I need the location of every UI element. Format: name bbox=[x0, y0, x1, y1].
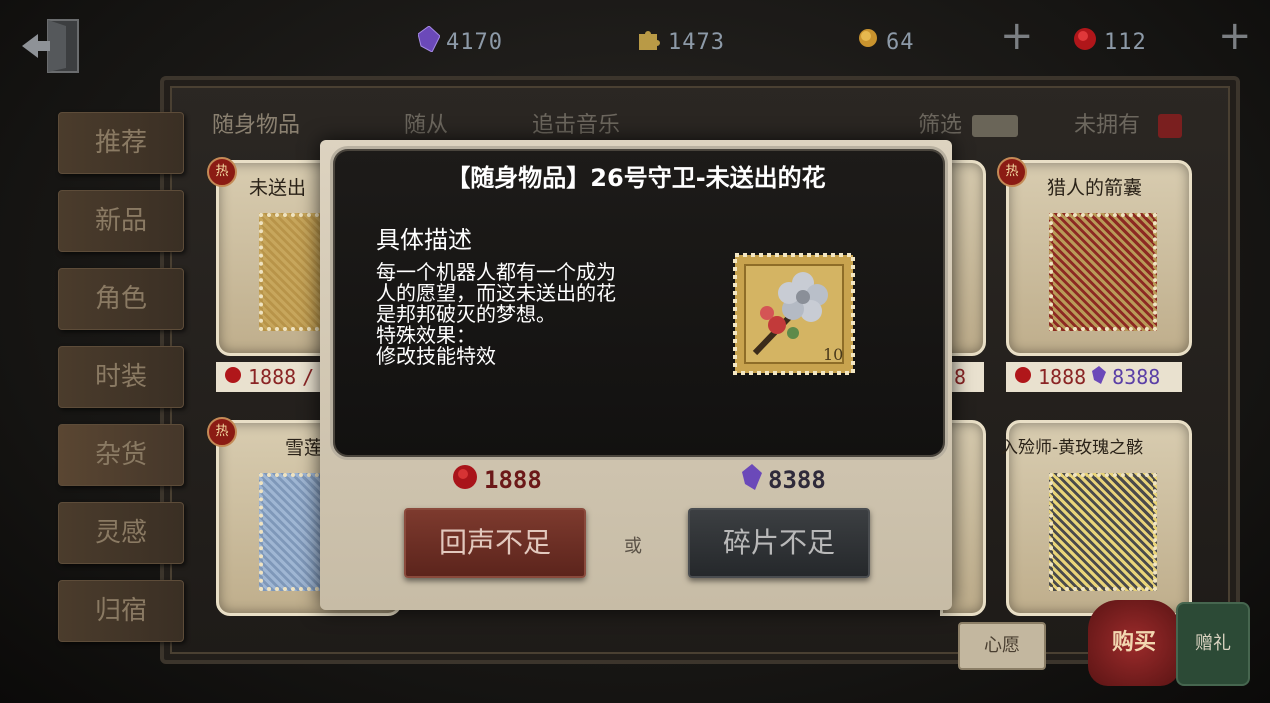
card-title: 猎人的箭囊 bbox=[1047, 177, 1143, 199]
currency-echo: 112 bbox=[1072, 26, 1147, 58]
description-line: 特殊效果： bbox=[376, 323, 476, 347]
side-tab-inspiration[interactable]: 灵感 bbox=[58, 502, 184, 564]
currency-puzzle: 1473 bbox=[636, 26, 725, 58]
dialog-price-echo: 1888 bbox=[452, 464, 542, 496]
hot-badge: 热 bbox=[207, 417, 237, 447]
hot-badge: 热 bbox=[997, 157, 1027, 187]
unowned-label: 未拥有 bbox=[1074, 113, 1141, 138]
description-heading: 具体描述 bbox=[376, 226, 472, 254]
tab-accessories[interactable]: 随身物品 bbox=[212, 106, 300, 146]
red-echo-icon bbox=[1072, 26, 1098, 58]
item-card[interactable]: 热 猎人的箭囊 bbox=[997, 157, 1192, 356]
hot-badge: 热 bbox=[207, 157, 237, 187]
coin-count: 64 bbox=[886, 29, 915, 55]
card-title: 雪莲 bbox=[285, 437, 324, 459]
currency-crystal: 4170 bbox=[417, 25, 503, 58]
purchase-bag-button[interactable]: 购买 bbox=[1088, 600, 1180, 686]
purple-crystal-icon bbox=[1092, 365, 1107, 389]
description-text: 每一个机器人都有一个成为 人的愿望，而这未送出的花 是邦邦破灭的梦想。 特殊效果… bbox=[376, 262, 676, 367]
description-line: 人的愿望，而这未送出的花 bbox=[376, 281, 616, 305]
or-label: 或 bbox=[624, 536, 642, 557]
wishlist-button[interactable]: 心愿 bbox=[958, 622, 1046, 670]
add-currency-button[interactable]: + bbox=[1000, 16, 1034, 56]
red-echo-icon bbox=[224, 365, 242, 389]
side-tab-recommended[interactable]: 推荐 bbox=[58, 112, 184, 174]
echo-count: 112 bbox=[1104, 29, 1147, 55]
buy-with-echo-button[interactable]: 回声不足 bbox=[404, 508, 586, 578]
card-price: 8 bbox=[950, 362, 984, 392]
red-echo-icon bbox=[452, 464, 478, 496]
card-price-separator: / bbox=[302, 365, 315, 389]
purple-crystal-icon bbox=[417, 25, 441, 58]
flower-stamp-image: 10 bbox=[733, 253, 855, 375]
card-price-echo: 1888 bbox=[248, 365, 297, 389]
card-price-frag: 8 bbox=[954, 365, 967, 389]
crystal-count: 4170 bbox=[446, 29, 503, 55]
side-tab-misc[interactable]: 杂货 bbox=[58, 424, 184, 486]
gold-coin-icon bbox=[856, 27, 880, 57]
card-price-frag: 8388 bbox=[1112, 365, 1161, 389]
side-tab-character[interactable]: 角色 bbox=[58, 268, 184, 330]
gift-button[interactable]: 赠礼 bbox=[1176, 602, 1250, 686]
card-price: 1888 8388 bbox=[1006, 362, 1182, 392]
puzzle-piece-icon bbox=[636, 26, 662, 58]
item-stamp-image bbox=[1049, 213, 1157, 331]
card-price-echo: 1888 bbox=[1038, 365, 1087, 389]
card-title: 未送出 bbox=[249, 177, 307, 199]
item-card[interactable]: 入殓师-黄玫瑰之骸 bbox=[1001, 420, 1192, 616]
currency-coin: 64 bbox=[856, 26, 915, 58]
description-line: 是邦邦破灭的梦想。 bbox=[376, 302, 556, 326]
description-line: 每一个机器人都有一个成为 bbox=[376, 260, 616, 284]
card-title: 入殓师-黄玫瑰之骸 bbox=[1001, 438, 1144, 458]
puzzle-count: 1473 bbox=[668, 29, 725, 55]
side-tab-costume[interactable]: 时装 bbox=[58, 346, 184, 408]
filter-toggle[interactable] bbox=[972, 115, 1018, 137]
side-tab-new[interactable]: 新品 bbox=[58, 190, 184, 252]
red-echo-icon bbox=[1014, 365, 1032, 389]
exit-door-icon[interactable] bbox=[18, 14, 86, 78]
price-echo-value: 1888 bbox=[484, 466, 542, 494]
dialog-title: 【随身物品】26号守卫-未送出的花 bbox=[446, 164, 826, 192]
card-price: 1888 / bbox=[216, 362, 326, 392]
description-line: 修改技能特效 bbox=[376, 344, 496, 368]
buy-with-fragment-button[interactable]: 碎片不足 bbox=[688, 508, 870, 578]
item-stamp-image bbox=[1049, 473, 1157, 591]
side-tab-home[interactable]: 归宿 bbox=[58, 580, 184, 642]
top-bar: 4170 1473 64 + 112 + bbox=[0, 0, 1270, 80]
stamp-value: 10 bbox=[823, 345, 844, 364]
unowned-checkbox[interactable] bbox=[1158, 114, 1182, 138]
price-fragment-value: 8388 bbox=[768, 466, 826, 494]
dialog-price-fragment: 8388 bbox=[742, 464, 826, 496]
add-echo-button[interactable]: + bbox=[1218, 16, 1252, 56]
purple-crystal-icon bbox=[742, 464, 762, 496]
